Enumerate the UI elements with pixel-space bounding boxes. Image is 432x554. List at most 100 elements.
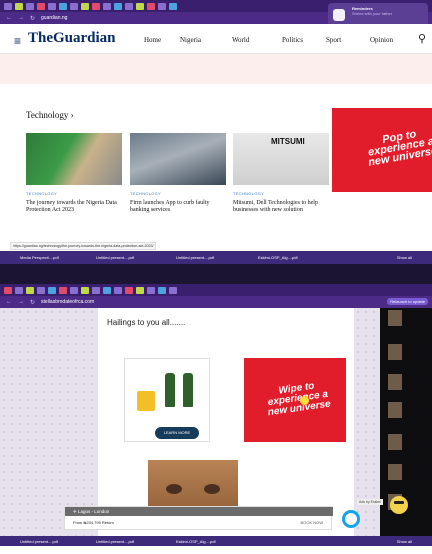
article-card[interactable]: MITSUMI TECHNOLOGY Mitsumi, Dell Technol… xyxy=(233,133,329,214)
forward-icon[interactable]: → xyxy=(18,15,24,21)
flight-ad[interactable]: ✈ Lagos - London From ₦234,799 Return BO… xyxy=(64,506,333,530)
nav-opinion[interactable]: Opinion xyxy=(370,36,393,44)
tab-icon[interactable] xyxy=(26,2,34,10)
back-icon[interactable]: ← xyxy=(6,15,12,21)
story-text[interactable] xyxy=(404,345,430,359)
tab-icon[interactable] xyxy=(92,286,100,294)
tab-icon[interactable] xyxy=(15,2,23,10)
article-title[interactable]: The journey towards the Nigeria Data Pro… xyxy=(26,200,122,214)
article-image[interactable]: MITSUMI xyxy=(233,133,329,185)
tab-icon[interactable] xyxy=(48,2,56,10)
nav-sport[interactable]: Sport xyxy=(326,36,341,44)
tab-icon[interactable] xyxy=(4,286,12,294)
story-thumbnail[interactable] xyxy=(388,310,402,326)
download-item[interactable]: Untitled present....pdf xyxy=(20,539,58,544)
show-all-button[interactable]: Show all xyxy=(397,255,412,260)
search-icon[interactable]: ⚲ xyxy=(418,32,426,45)
story-thumbnail[interactable] xyxy=(388,464,402,480)
article-title[interactable]: Mitsumi, Dell Technologies to help busin… xyxy=(233,200,329,214)
download-item[interactable]: Eskimi-OSP_Alg....pdf xyxy=(258,255,298,260)
tab-icon[interactable] xyxy=(92,2,100,10)
story-thumbnail[interactable] xyxy=(388,402,402,418)
menu-icon[interactable]: ≡ xyxy=(14,34,21,48)
tab-icon[interactable] xyxy=(103,286,111,294)
tab-icon[interactable] xyxy=(81,2,89,10)
ads-by-label[interactable]: Ads by Eskimi xyxy=(357,499,383,505)
side-story[interactable] xyxy=(388,434,430,454)
side-story[interactable] xyxy=(388,344,430,364)
url-text[interactable]: stellasbrodateofrca.com xyxy=(41,299,94,305)
article-tag[interactable]: TECHNOLOGY xyxy=(130,191,226,196)
reload-icon[interactable]: ↻ xyxy=(30,15,35,22)
tab-icon[interactable] xyxy=(59,286,67,294)
story-text[interactable] xyxy=(404,375,430,389)
tab-icon[interactable] xyxy=(136,2,144,10)
side-story[interactable] xyxy=(388,402,430,422)
show-all-button[interactable]: Show all xyxy=(397,539,412,544)
article-title[interactable]: Firm launches App to curb faulty banking… xyxy=(130,200,226,214)
nav-politics[interactable]: Politics xyxy=(282,36,303,44)
tab-icon[interactable] xyxy=(37,286,45,294)
article-card[interactable]: TECHNOLOGY Firm launches App to curb fau… xyxy=(130,133,226,214)
download-item[interactable]: Eskimi-OSP_Alg....pdf xyxy=(176,539,216,544)
download-item[interactable]: Untitled present....pdf xyxy=(176,255,214,260)
article-card[interactable]: TECHNOLOGY The journey towards the Niger… xyxy=(26,133,122,214)
side-story[interactable] xyxy=(388,464,430,484)
tab-icon[interactable] xyxy=(59,2,67,10)
story-thumbnail[interactable] xyxy=(388,374,402,390)
download-item[interactable]: Untitled present....pdf xyxy=(96,539,134,544)
learn-more-button[interactable]: LEARN MORE xyxy=(155,427,199,439)
tab-icon[interactable] xyxy=(48,286,56,294)
advertisement[interactable]: LEARN MORE xyxy=(124,358,210,442)
story-thumbnail[interactable] xyxy=(388,344,402,360)
article-image[interactable] xyxy=(130,133,226,185)
tab-icon[interactable] xyxy=(15,286,23,294)
tab-icon[interactable] xyxy=(70,2,78,10)
story-text[interactable] xyxy=(404,495,430,509)
url-text[interactable]: guardian.ng xyxy=(41,15,67,21)
story-thumbnail[interactable] xyxy=(388,434,402,450)
tab-icon[interactable] xyxy=(70,286,78,294)
site-logo[interactable]: TheGuardian xyxy=(28,30,116,47)
article-tag[interactable]: TECHNOLOGY xyxy=(26,191,122,196)
side-story[interactable] xyxy=(388,374,430,394)
tab-icon[interactable] xyxy=(26,286,34,294)
story-text[interactable] xyxy=(404,403,430,417)
forward-icon[interactable]: → xyxy=(18,299,24,305)
book-now-button[interactable]: BOOK NOW xyxy=(301,520,323,525)
side-story[interactable] xyxy=(388,310,430,330)
tab-icon[interactable] xyxy=(103,2,111,10)
nav-world[interactable]: World xyxy=(232,36,249,44)
browser-tab-strip[interactable] xyxy=(0,284,432,296)
section-heading[interactable]: Technology › xyxy=(26,110,74,120)
tab-icon[interactable] xyxy=(158,286,166,294)
tab-icon[interactable] xyxy=(114,286,122,294)
tab-icon[interactable] xyxy=(147,2,155,10)
nav-nigeria[interactable]: Nigeria xyxy=(180,36,201,44)
tab-icon[interactable] xyxy=(4,2,12,10)
article-tag[interactable]: TECHNOLOGY xyxy=(233,191,329,196)
relaunch-button[interactable]: Relaunch to update xyxy=(387,298,428,305)
advertisement[interactable]: Pop to experience a new universe xyxy=(332,108,432,192)
tab-icon[interactable] xyxy=(147,286,155,294)
tab-icon[interactable] xyxy=(81,286,89,294)
story-text[interactable] xyxy=(404,465,430,479)
reload-icon[interactable]: ↻ xyxy=(30,299,35,306)
back-icon[interactable]: ← xyxy=(6,299,12,305)
story-text[interactable] xyxy=(404,311,430,325)
tab-icon[interactable] xyxy=(114,2,122,10)
tab-icon[interactable] xyxy=(158,2,166,10)
tab-icon[interactable] xyxy=(37,2,45,10)
nav-home[interactable]: Home xyxy=(144,36,161,44)
tab-icon[interactable] xyxy=(169,286,177,294)
tab-icon[interactable] xyxy=(125,2,133,10)
tab-icon[interactable] xyxy=(136,286,144,294)
download-item[interactable]: Media Perspecti....pdf xyxy=(20,255,59,260)
address-bar[interactable]: ← → ↻ stellasbrodateofrca.com Relaunch t… xyxy=(0,296,432,308)
tab-icon[interactable] xyxy=(169,2,177,10)
tab-icon[interactable] xyxy=(125,286,133,294)
article-image[interactable] xyxy=(26,133,122,185)
advertisement[interactable]: Wipe to experience a new universe xyxy=(244,358,346,442)
story-text[interactable] xyxy=(404,435,430,449)
download-item[interactable]: Untitled present....pdf xyxy=(96,255,134,260)
